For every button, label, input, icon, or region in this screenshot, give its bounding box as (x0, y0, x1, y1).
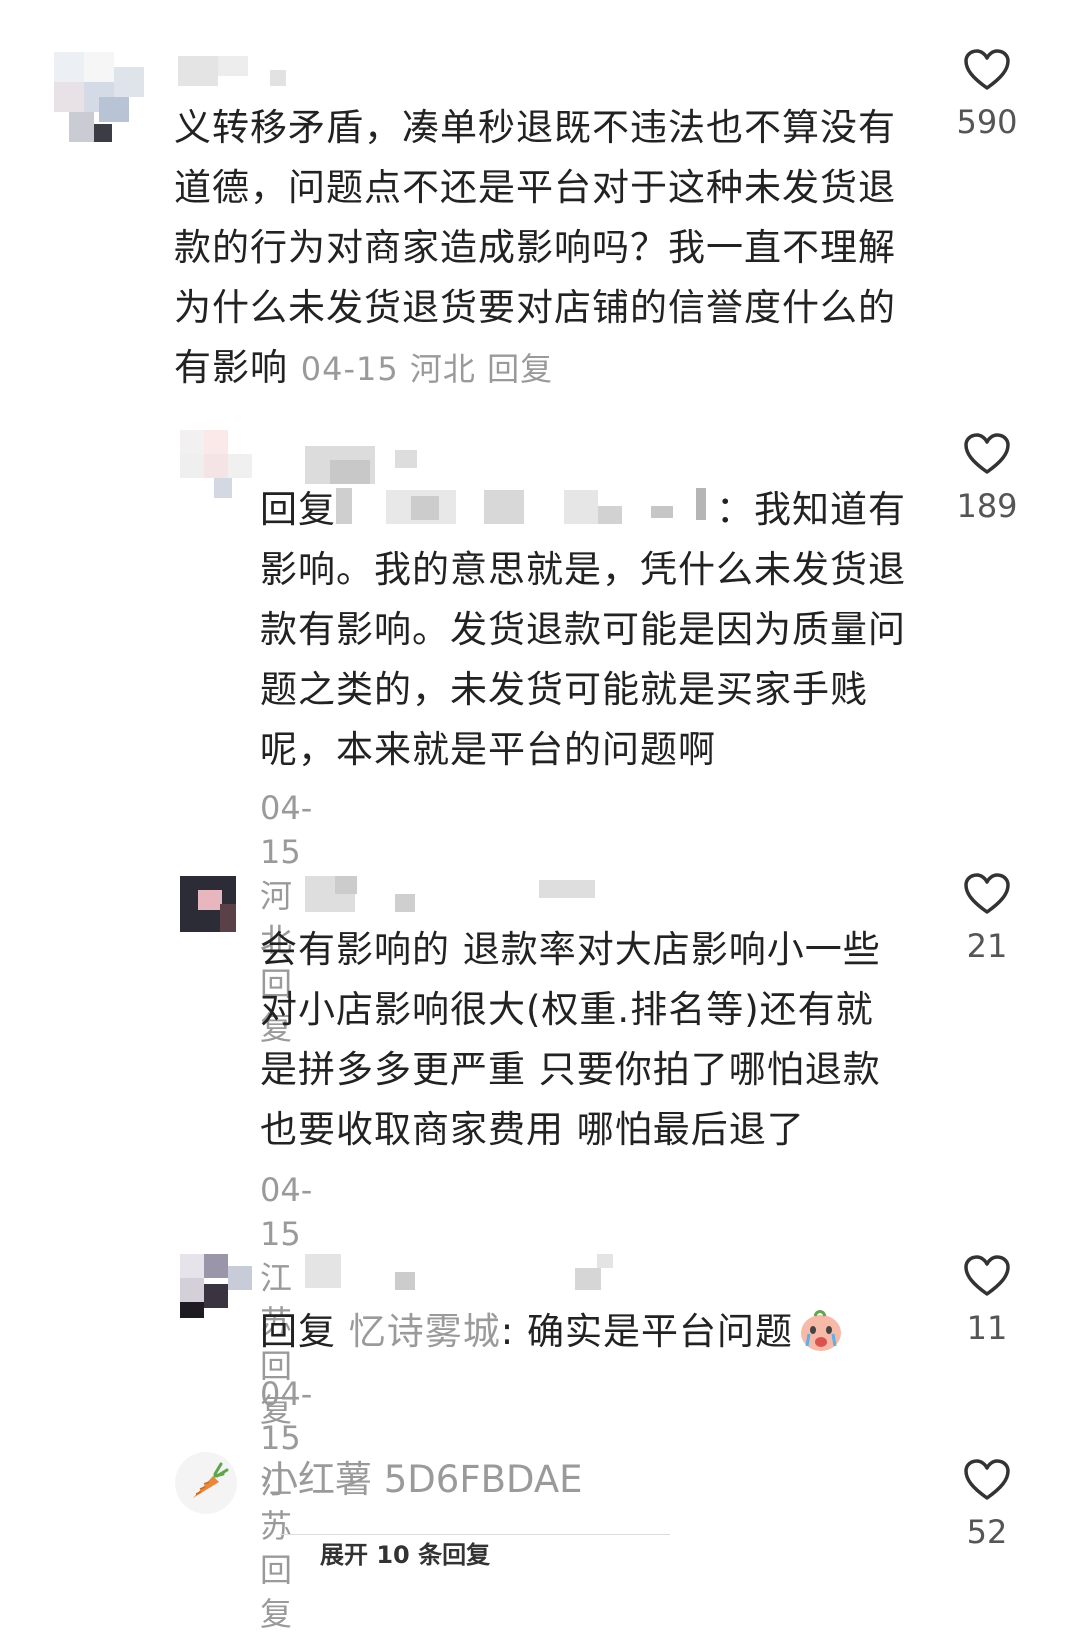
reply-prefix: 回复 (260, 1310, 336, 1353)
comment-body: 义转移矛盾，凑单秒退既不违法也不算没有道德，问题点不还是平台对于这种未发货退款的… (174, 106, 896, 389)
reply-prefix: 回复 (260, 488, 336, 531)
avatar[interactable] (180, 876, 236, 932)
heart-outline-icon (964, 433, 1010, 474)
carrot-icon (193, 1462, 229, 1498)
reply-button[interactable]: 回复 (260, 1551, 292, 1633)
like-count: 52 (966, 1513, 1008, 1551)
like-button[interactable]: 52 (942, 1458, 1032, 1554)
username-pixelated[interactable] (178, 56, 298, 96)
comment-text: 回复 ：我知道有影响。我的意思就是，凭什么未发货退款有影响。发货退款可能是因为质… (260, 480, 920, 780)
like-count: 21 (966, 927, 1008, 965)
like-button[interactable]: 21 (942, 872, 1032, 968)
like-count: 189 (956, 487, 1018, 525)
comment-body: 会有影响的 退款率对大店影响小一些对小店影响很大(权重.排名等)还有就是拼多多更… (260, 928, 881, 1151)
comment-date: 04-15 (260, 789, 313, 871)
comment-meta: 04-15 河北 回复 (301, 350, 553, 388)
comment-body: : 确实是平台问题 (500, 1310, 793, 1353)
heart-outline-icon (964, 873, 1010, 914)
avatar[interactable] (180, 1254, 252, 1326)
like-count: 590 (956, 103, 1018, 141)
comment-text: 回复 忆诗雾城: 确实是平台问题 (260, 1302, 920, 1362)
comment-date: 04-15 (260, 1171, 313, 1253)
comment-date: 04-15 (260, 1375, 313, 1457)
carrot-avatar (175, 1452, 237, 1514)
like-button[interactable]: 11 (942, 1254, 1032, 1350)
avatar[interactable] (180, 430, 252, 502)
username-pixelated[interactable] (305, 1254, 625, 1294)
comment-text: 会有影响的 退款率对大店影响小一些对小店影响很大(权重.排名等)还有就是拼多多更… (260, 920, 900, 1160)
heart-outline-icon (964, 49, 1010, 90)
comment-location: 河北 (409, 350, 476, 388)
reply-input-user-label: 小红薯 5D6FBDAE (261, 1458, 583, 1501)
heart-outline-icon (964, 1459, 1010, 1500)
like-button[interactable]: 590 (942, 48, 1032, 144)
reply-button[interactable]: 回复 (487, 350, 553, 388)
comment-date: 04-15 (300, 350, 399, 388)
comment-text: 义转移矛盾，凑单秒退既不违法也不算没有道德，问题点不还是平台对于这种未发货退款的… (174, 98, 914, 399)
like-count: 11 (966, 1309, 1008, 1347)
comment-body: ：我知道有影响。我的意思就是，凭什么未发货退款有影响。发货退款可能是因为质量问题… (260, 488, 906, 771)
reply-target-pixelated[interactable] (336, 486, 716, 530)
username-pixelated[interactable] (305, 876, 605, 916)
reply-target-name[interactable]: 忆诗雾城 (349, 1310, 501, 1353)
avatar[interactable] (54, 52, 144, 142)
crying-face-sticker-icon (801, 1310, 841, 1351)
like-button[interactable]: 189 (942, 432, 1032, 528)
heart-outline-icon (964, 1255, 1010, 1296)
expand-replies-button[interactable]: 展开 10 条回复 (320, 1538, 490, 1572)
divider (280, 1534, 670, 1535)
